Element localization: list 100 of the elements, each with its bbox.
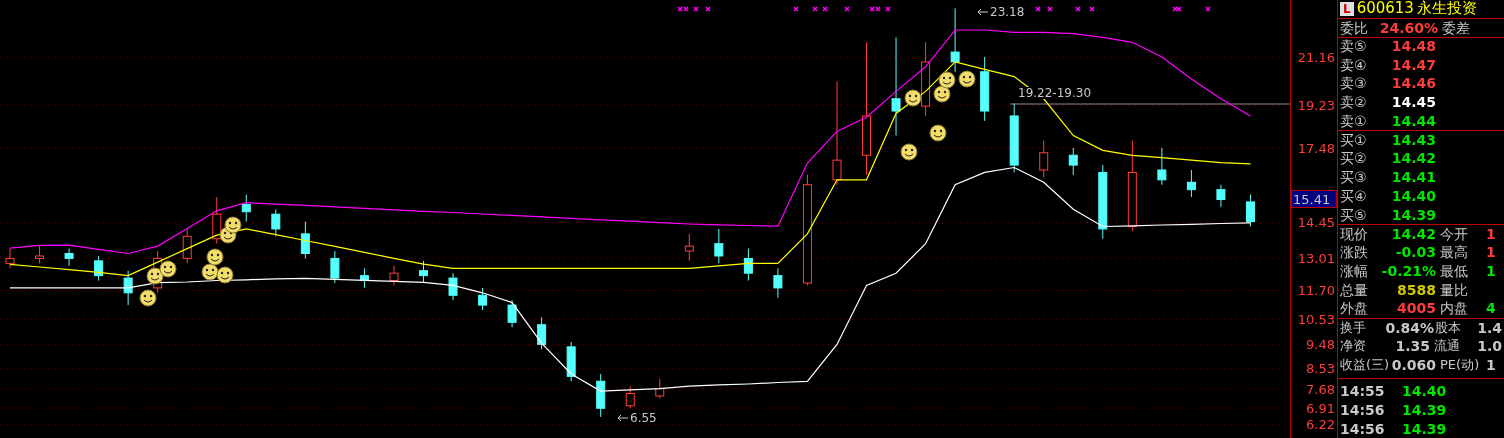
arrow-icon (618, 415, 628, 421)
axis-tick-label: 17.48 (1296, 139, 1336, 158)
order-price: 14.40 (1390, 188, 1436, 203)
order-price: 14.39 (1390, 207, 1436, 222)
field-value: 1 (1486, 357, 1496, 372)
smiley-icon (929, 124, 947, 142)
cross-marker (1075, 6, 1081, 12)
trade-time: 14:55 (1340, 383, 1386, 398)
candlestick (1186, 169, 1196, 198)
smiley-icon (904, 89, 922, 107)
field-label: 最低 (1440, 263, 1469, 278)
candlestick (330, 250, 340, 284)
smiley-icon (139, 289, 157, 307)
cross-marker (793, 6, 799, 12)
field-label: 换手 (1340, 321, 1367, 335)
candlestick (448, 272, 458, 301)
field-label: 内盘 (1440, 301, 1469, 316)
candlestick (94, 255, 104, 282)
field-label: 净资 (1340, 339, 1367, 353)
field-value: 1.0 (1477, 338, 1502, 353)
field-value: 0.060 (1390, 357, 1436, 372)
current-price-marker: 15.41 (1291, 190, 1337, 209)
candlestick (5, 248, 15, 269)
order-level-label: 卖① (1340, 113, 1368, 128)
axis-tick-label: 14.45 (1296, 214, 1336, 232)
field-value: 1.4 (1477, 320, 1502, 335)
axis-tick-label: 6.22 (1305, 416, 1336, 434)
candlestick (182, 228, 192, 264)
field-label: 收益(三) (1340, 358, 1390, 372)
field-value: 14.42 (1390, 226, 1436, 241)
axis-tick-label: 13.01 (1296, 249, 1336, 268)
candlestick (389, 265, 399, 286)
candlestick (891, 36, 901, 137)
candlestick (714, 228, 724, 264)
field-label: 现价 (1340, 226, 1369, 241)
candlestick (655, 378, 665, 399)
order-level-label: 卖⑤ (1340, 39, 1368, 54)
field-label: 委差 (1442, 20, 1470, 35)
candlestick (625, 385, 635, 409)
candlestick (950, 7, 960, 73)
field-value: -0.21% (1380, 263, 1436, 278)
candlestick (537, 316, 547, 350)
price-label: 6.55 (630, 412, 657, 424)
order-price: 14.44 (1390, 113, 1436, 128)
field-label: 外盘 (1340, 301, 1369, 316)
field-label: 今开 (1440, 226, 1469, 241)
smiley-icon (900, 143, 918, 161)
order-level-label: 卖④ (1340, 57, 1368, 72)
stock-code: 600613 (1356, 1, 1414, 17)
order-price: 14.48 (1390, 39, 1436, 54)
order-level-label: 买② (1340, 151, 1368, 166)
candlestick (773, 267, 783, 299)
axis-tick-label: 9.48 (1305, 336, 1336, 354)
cross-marker (844, 6, 850, 12)
cross-marker (1035, 6, 1041, 12)
candlestick (1245, 194, 1255, 227)
trade-time: 14:56 (1340, 421, 1386, 436)
candlestick (684, 233, 694, 262)
candlestick (123, 270, 133, 306)
field-value: 8588 (1396, 282, 1436, 297)
field-label: 总量 (1340, 282, 1369, 297)
candlestick (743, 248, 753, 282)
field-value: 1 (1486, 245, 1496, 260)
order-level-label: 卖② (1340, 95, 1368, 110)
cross-marker (1089, 6, 1095, 12)
candlestick (271, 208, 281, 237)
smiley-icon (224, 216, 242, 234)
order-level-label: 卖③ (1340, 76, 1368, 91)
candlestick (1157, 147, 1167, 186)
field-value: 1 (1486, 226, 1496, 241)
candlestick (64, 248, 74, 267)
trade-price: 14.39 (1402, 402, 1447, 417)
order-price: 14.43 (1390, 133, 1436, 148)
smiley-icon (938, 71, 956, 89)
field-label: PE(动) (1440, 358, 1481, 372)
order-level-label: 买③ (1340, 170, 1368, 185)
smiley-icon (159, 260, 177, 278)
candlestick (418, 260, 428, 284)
field-label: 委比 (1340, 20, 1369, 35)
candlestick (832, 81, 842, 186)
order-price: 14.42 (1390, 151, 1436, 166)
field-label: 量比 (1440, 282, 1469, 297)
field-value: 1.35 (1394, 338, 1431, 353)
candlestick (300, 221, 310, 259)
candlestick (1216, 184, 1226, 208)
field-label: 股本 (1435, 321, 1463, 335)
field-value: 4 (1486, 301, 1496, 316)
cross-marker (705, 6, 711, 12)
axis-tick-label: 19.23 (1296, 96, 1336, 115)
cross-marker (1047, 6, 1053, 12)
axis-tick-label: 6.91 (1305, 399, 1336, 417)
axis-tick-label: 7.68 (1305, 380, 1336, 399)
trade-price: 14.39 (1402, 421, 1447, 436)
candlestick (478, 287, 488, 311)
order-price: 14.41 (1390, 170, 1436, 185)
order-price: 14.47 (1390, 57, 1436, 72)
field-label: 涨跌 (1340, 245, 1369, 260)
trade-price: 14.40 (1402, 383, 1447, 398)
smiley-icon (216, 266, 234, 284)
field-value: 4005 (1396, 301, 1436, 316)
